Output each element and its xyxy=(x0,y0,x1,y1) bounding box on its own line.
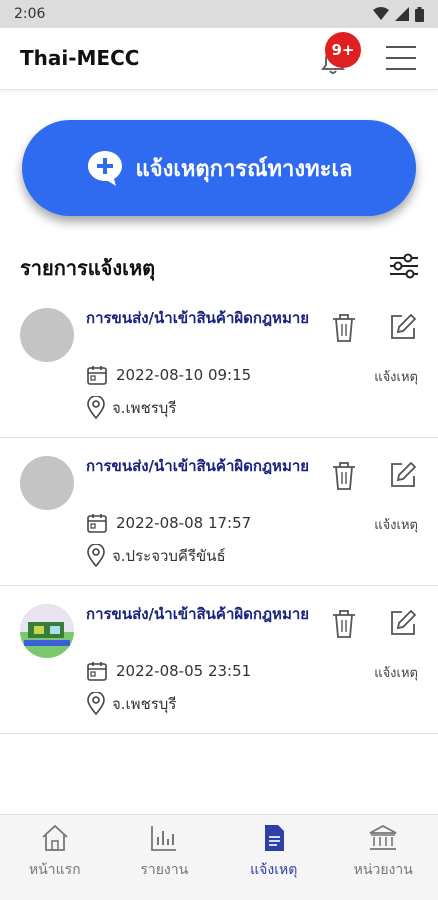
report-location: จ.เพชรบุรี xyxy=(112,399,177,417)
edit-icon[interactable] xyxy=(388,312,418,342)
status-time: 2:06 xyxy=(14,6,46,22)
battery-icon xyxy=(415,6,424,22)
section-title: รายการแจ้งเหตุ xyxy=(20,256,156,280)
calendar-icon xyxy=(87,514,107,533)
report-datetime: 2022-08-05 23:51 xyxy=(116,662,252,680)
report-incident-button[interactable]: แจ้งเหตุการณ์ทางทะเล xyxy=(22,120,416,216)
nav-label-reports: รายงาน xyxy=(140,862,189,878)
report-date-row: 2022-08-10 09:15 xyxy=(86,364,251,386)
nav-item-home[interactable]: หน้าแรก xyxy=(0,815,110,900)
report-date-row: 2022-08-08 17:57 xyxy=(86,512,251,534)
report-location-row: จ.เพชรบุรี xyxy=(86,396,176,420)
report-avatar xyxy=(20,456,74,510)
nav-item-reports[interactable]: รายงาน xyxy=(110,815,220,900)
report-status: แจ้งเหตุ xyxy=(374,518,418,533)
report-location: จ.เพชรบุรี xyxy=(112,695,177,713)
report-list: การขนส่ง/นำเข้าสินค้าผิดกฎหมาย 2022-08-1… xyxy=(0,290,438,734)
report-avatar xyxy=(20,308,74,362)
app-bar: Thai-MECC 9+ xyxy=(0,28,438,90)
trash-icon[interactable] xyxy=(330,460,358,492)
nav-label-agencies: หน่วยงาน xyxy=(353,862,413,878)
report-list-header: รายการแจ้งเหตุ xyxy=(20,252,420,282)
add-comment-icon xyxy=(87,151,122,186)
report-status: แจ้งเหตุ xyxy=(374,370,418,385)
photo-thumbnail-image xyxy=(20,604,74,658)
report-list-item[interactable]: การขนส่ง/นำเข้าสินค้าผิดกฎหมาย 2022-08-0… xyxy=(0,438,438,586)
notification-badge[interactable]: 9+ xyxy=(325,32,361,68)
report-title: การขนส่ง/นำเข้าสินค้าผิดกฎหมาย xyxy=(86,457,310,475)
nav-label-report-incident: แจ้งเหตุ xyxy=(250,862,298,878)
calendar-icon xyxy=(87,366,107,385)
nav-label-home: หน้าแรก xyxy=(28,862,81,878)
report-location-row: จ.เพชรบุรี xyxy=(86,692,176,716)
report-location: จ.ประจวบคีรีขันธ์ xyxy=(112,547,226,565)
filter-icon[interactable] xyxy=(388,250,420,282)
report-title: การขนส่ง/นำเข้าสินค้าผิดกฎหมาย xyxy=(86,309,310,327)
report-list-item[interactable]: การขนส่ง/นำเข้าสินค้าผิดกฎหมาย 2022-08-0… xyxy=(0,586,438,734)
report-status: แจ้งเหตุ xyxy=(374,666,418,681)
report-date-row: 2022-08-05 23:51 xyxy=(86,660,251,682)
status-bar: 2:06 xyxy=(0,0,438,28)
report-datetime: 2022-08-10 09:15 xyxy=(116,366,252,384)
edit-icon[interactable] xyxy=(388,608,418,638)
nav-item-agencies[interactable]: หน่วยงาน xyxy=(329,815,438,900)
report-title: การขนส่ง/นำเข้าสินค้าผิดกฎหมาย xyxy=(86,605,310,623)
location-pin-icon xyxy=(87,544,105,568)
document-icon xyxy=(264,825,284,851)
calendar-icon xyxy=(87,662,107,681)
bar-chart-icon xyxy=(151,826,177,851)
report-location-row: จ.ประจวบคีรีขันธ์ xyxy=(86,544,226,568)
hamburger-menu-icon[interactable] xyxy=(386,46,416,72)
report-incident-label: แจ้งเหตุการณ์ทางทะเล xyxy=(135,156,353,182)
location-pin-icon xyxy=(87,692,105,716)
trash-icon[interactable] xyxy=(330,312,358,344)
location-pin-icon xyxy=(87,396,105,420)
trash-icon[interactable] xyxy=(330,608,358,640)
edit-icon[interactable] xyxy=(388,460,418,490)
bottom-nav: หน้าแรก รายงาน แจ้งเหตุ หน่วยงาน xyxy=(0,814,438,900)
home-icon xyxy=(42,824,68,851)
report-datetime: 2022-08-08 17:57 xyxy=(116,514,252,532)
signal-icon xyxy=(395,7,409,21)
wifi-icon xyxy=(373,7,389,20)
nav-item-report-incident[interactable]: แจ้งเหตุ xyxy=(219,815,329,900)
report-photo-thumbnail xyxy=(20,604,74,658)
status-icons xyxy=(373,6,424,22)
bank-icon xyxy=(369,824,397,850)
report-list-item[interactable]: การขนส่ง/นำเข้าสินค้าผิดกฎหมาย 2022-08-1… xyxy=(0,290,438,438)
app-title: Thai-MECC xyxy=(20,46,140,70)
